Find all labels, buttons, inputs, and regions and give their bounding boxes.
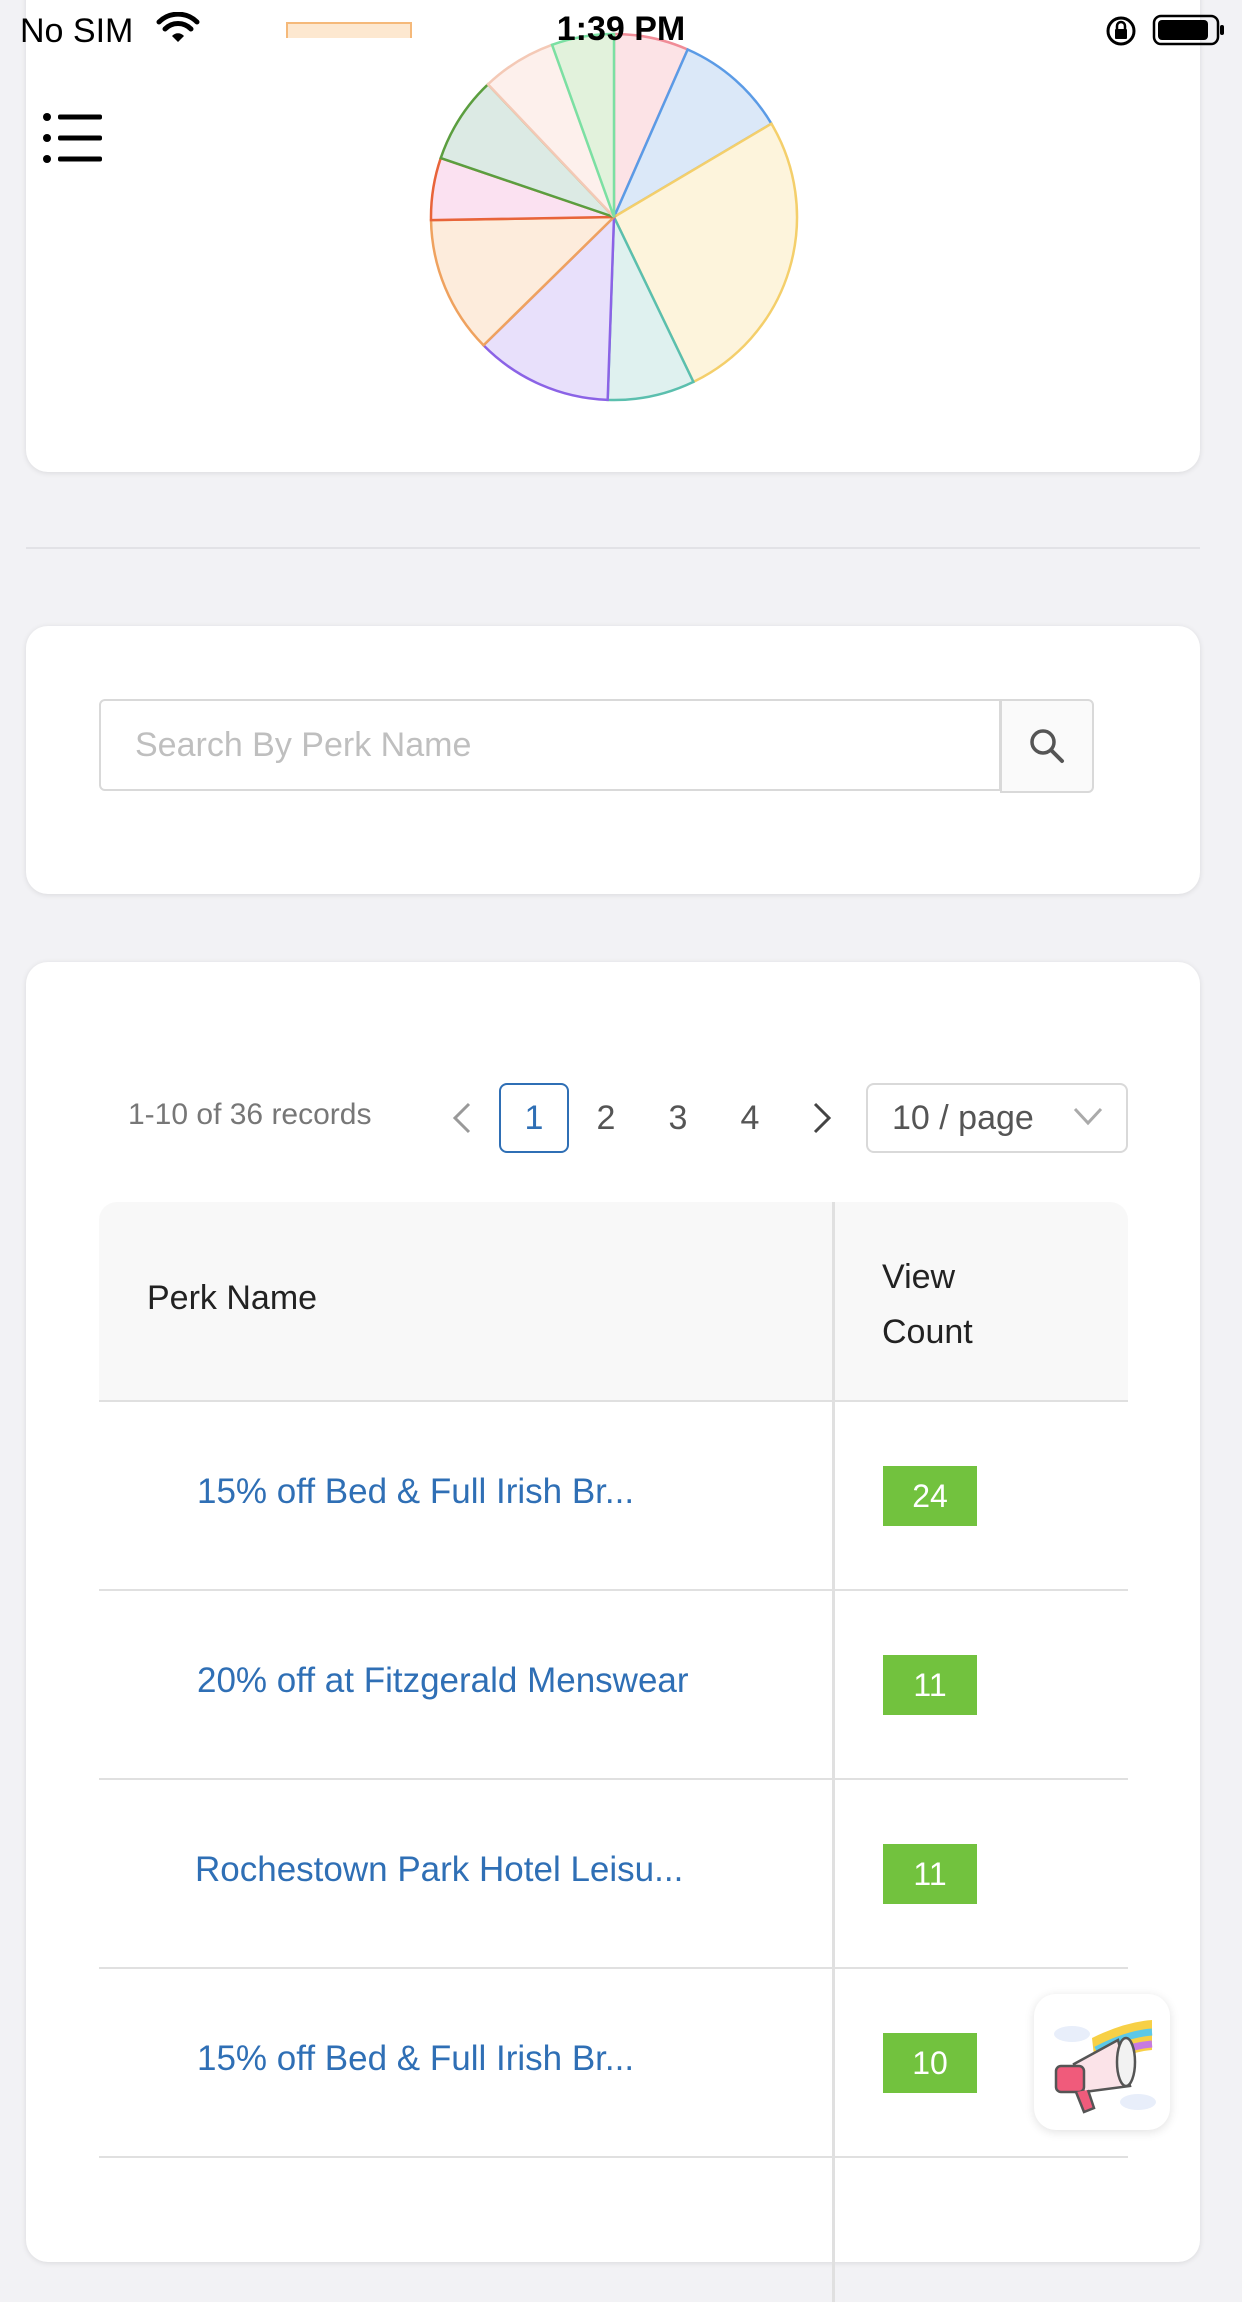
view-count-badge: 24 bbox=[883, 1466, 977, 1526]
table-header: Perk Name View Count bbox=[99, 1202, 1128, 1402]
clock: 1:39 PM bbox=[556, 10, 686, 48]
search-icon bbox=[1030, 729, 1064, 763]
orientation-lock-icon bbox=[1106, 16, 1136, 46]
chevron-right-icon bbox=[813, 1102, 832, 1134]
pagination-prev-button[interactable] bbox=[440, 1083, 484, 1153]
perk-table: Perk Name View Count 15% off Bed & Full I… bbox=[99, 1202, 1128, 2302]
pie-chart bbox=[429, 32, 799, 402]
table-row: 20% off at Fitzgerald Menswear 11 bbox=[99, 1591, 1128, 1780]
status-bar: No SIM 1:39 PM bbox=[0, 0, 1242, 60]
battery-icon bbox=[1152, 14, 1224, 46]
view-count-badge: 11 bbox=[883, 1844, 977, 1904]
pagination-next-button[interactable] bbox=[800, 1083, 844, 1153]
pagination-page-4[interactable]: 4 bbox=[715, 1083, 785, 1153]
perk-name-link[interactable]: 20% off at Fitzgerald Menswear bbox=[197, 1661, 689, 1701]
list-menu-icon[interactable] bbox=[42, 112, 102, 164]
table-row: Rochestown Park Hotel Leisu... 11 bbox=[99, 1780, 1128, 1969]
records-summary: 1-10 of 36 records bbox=[128, 1098, 372, 1131]
search-input[interactable] bbox=[99, 699, 1001, 791]
column-header-perk-name[interactable]: Perk Name bbox=[147, 1279, 317, 1318]
page-size-value: 10 / page bbox=[892, 1098, 1034, 1137]
section-divider bbox=[26, 547, 1200, 549]
column-header-view-count[interactable]: View Count bbox=[882, 1250, 1082, 1360]
search-button[interactable] bbox=[1000, 699, 1094, 793]
table-row: 15% off Bed & Full Irish Br... 24 bbox=[99, 1402, 1128, 1591]
table-row: 15% off Bed & Full Irish Br... 10 bbox=[99, 1969, 1128, 2158]
view-count-badge: 10 bbox=[883, 2033, 977, 2093]
pagination-page-1[interactable]: 1 bbox=[499, 1083, 569, 1153]
page-size-select[interactable]: 10 / page bbox=[866, 1083, 1128, 1153]
announcement-button[interactable] bbox=[1034, 1994, 1170, 2130]
megaphone-icon bbox=[1054, 2020, 1156, 2114]
chevron-down-icon bbox=[1073, 1107, 1103, 1126]
perk-name-link[interactable]: 15% off Bed & Full Irish Br... bbox=[197, 2039, 634, 2079]
chevron-left-icon bbox=[452, 1102, 471, 1134]
perk-name-link[interactable]: Rochestown Park Hotel Leisu... bbox=[195, 1850, 683, 1890]
perk-name-link[interactable]: 15% off Bed & Full Irish Br... bbox=[197, 1472, 634, 1512]
pagination-page-3[interactable]: 3 bbox=[643, 1083, 713, 1153]
pagination-page-2[interactable]: 2 bbox=[571, 1083, 641, 1153]
view-count-badge: 11 bbox=[883, 1655, 977, 1715]
